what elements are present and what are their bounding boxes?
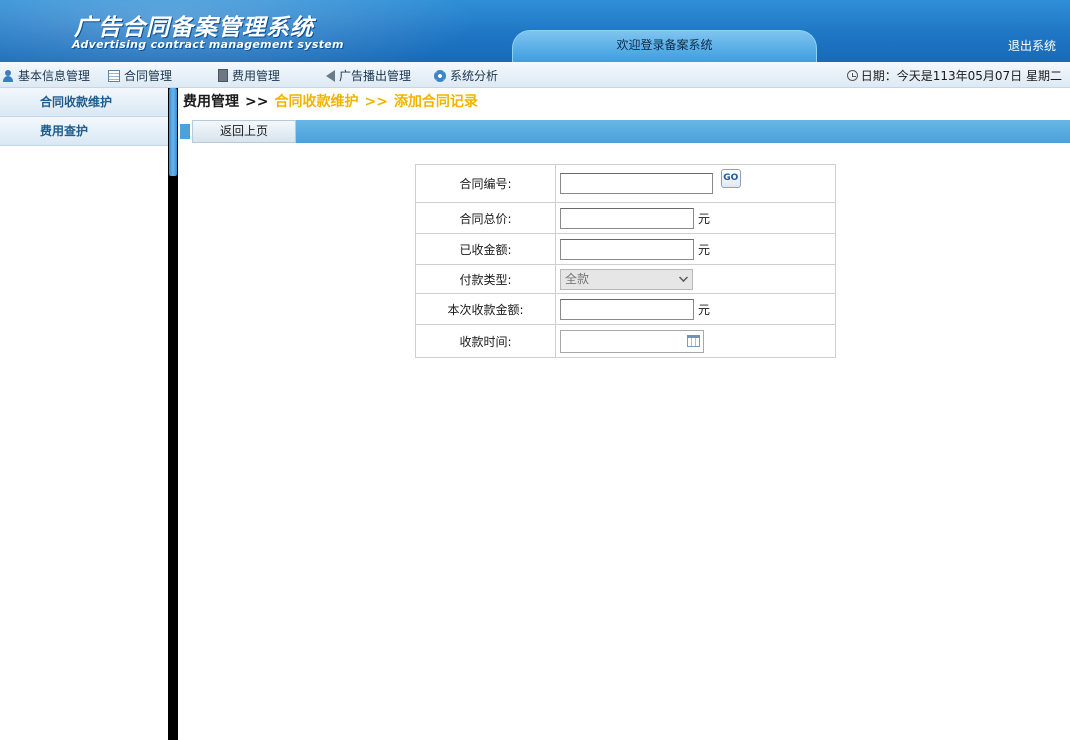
logout-link[interactable]: 退出系统 (1008, 37, 1056, 54)
form-cell: 元 (555, 293, 836, 325)
form-row: 收款时间: (415, 324, 836, 358)
nav-item-system-analysis[interactable]: 系统分析 (434, 67, 498, 84)
form-row: 已收金额: 元 (415, 233, 836, 265)
unit-label: 元 (698, 302, 711, 317)
contract-no-label: 合同编号: (415, 164, 556, 203)
back-button[interactable]: 返回上页 (192, 120, 296, 143)
sidebar-item-contract-payment[interactable]: 合同收款维护 (0, 88, 168, 117)
calendar-icon[interactable] (687, 334, 700, 347)
current-date: 日期：今天是113年05月07日 星期二 (846, 67, 1062, 84)
app-header: 广告合同备案管理系统 Advertising contract manageme… (0, 0, 1070, 62)
unit-label: 元 (698, 242, 711, 257)
breadcrumb-root: 费用管理 (183, 94, 239, 110)
app-logo-title: 广告合同备案管理系统 (74, 15, 314, 41)
user-icon (2, 69, 14, 82)
total-price-label: 合同总价: (415, 202, 556, 234)
breadcrumb-level2: 添加合同记录 (393, 94, 478, 110)
add-contract-record-form: 合同编号: GO 合同总价: 元 已收金额: 元 付款类型: 全款 本次收款金额… (415, 164, 836, 358)
form-cell: 元 (555, 202, 836, 234)
contract-no-input[interactable] (560, 173, 713, 194)
total-price-input[interactable] (560, 207, 694, 229)
go-button[interactable]: GO (720, 169, 741, 188)
breadcrumb-separator: >> (245, 94, 269, 110)
toolbar-edge (178, 120, 192, 143)
form-row: 合同编号: GO (415, 164, 836, 203)
speaker-icon (326, 69, 335, 82)
received-amount-input[interactable] (560, 238, 694, 260)
breadcrumb-level1[interactable]: 合同收款维护 (274, 94, 358, 110)
form-row: 本次收款金额: 元 (415, 293, 836, 325)
document-icon (218, 69, 228, 82)
sidebar-splitter[interactable] (168, 88, 178, 740)
table-icon (108, 69, 120, 82)
form-row: 合同总价: 元 (415, 202, 836, 234)
this-amount-input[interactable] (560, 298, 694, 320)
welcome-banner: 欢迎登录备案系统 (512, 30, 817, 62)
main-nav: 基本信息管理 合同管理 费用管理 广告播出管理 系统分析 日期：今天是113年0… (0, 62, 1070, 88)
nav-item-label: 费用管理 (232, 69, 281, 83)
nav-item-label: 基本信息管理 (18, 69, 91, 83)
nav-item-basic-info[interactable]: 基本信息管理 (2, 67, 90, 84)
nav-item-ad-broadcast[interactable]: 广告播出管理 (326, 67, 411, 84)
breadcrumb-separator: >> (364, 94, 388, 110)
nav-item-contract[interactable]: 合同管理 (108, 67, 172, 84)
form-cell: 全款 (555, 264, 836, 294)
action-toolbar: 返回上页 (178, 120, 1070, 143)
this-amount-label: 本次收款金额: (415, 293, 556, 325)
form-cell: 元 (555, 233, 836, 265)
payment-type-select[interactable]: 全款 (560, 268, 693, 290)
nav-item-label: 系统分析 (450, 69, 499, 83)
nav-item-label: 广告播出管理 (339, 69, 412, 83)
gear-icon (434, 69, 446, 82)
app-logo-subtitle: Advertising contract management system (72, 38, 344, 51)
form-row: 付款类型: 全款 (415, 264, 836, 294)
clock-icon (846, 70, 858, 81)
unit-label: 元 (698, 211, 711, 226)
sidebar-item-fee-query[interactable]: 费用查护 (0, 117, 168, 146)
date-label: 日期：今天是113年05月07日 星期二 (860, 69, 1062, 83)
payment-time-label: 收款时间: (415, 324, 556, 358)
nav-item-label: 合同管理 (124, 69, 173, 83)
payment-type-selected-value: 全款 (565, 271, 590, 286)
nav-item-fee[interactable]: 费用管理 (218, 67, 280, 84)
breadcrumb: 费用管理 >> 合同收款维护 >> 添加合同记录 (183, 91, 478, 111)
form-cell: GO (555, 164, 836, 203)
form-cell (555, 324, 836, 358)
chevron-down-icon (679, 272, 688, 282)
splitter-handle[interactable] (169, 88, 177, 176)
payment-time-input[interactable] (560, 329, 704, 353)
received-amount-label: 已收金额: (415, 233, 556, 265)
payment-type-label: 付款类型: (415, 264, 556, 294)
sidebar: 合同收款维护 费用查护 (0, 88, 168, 740)
